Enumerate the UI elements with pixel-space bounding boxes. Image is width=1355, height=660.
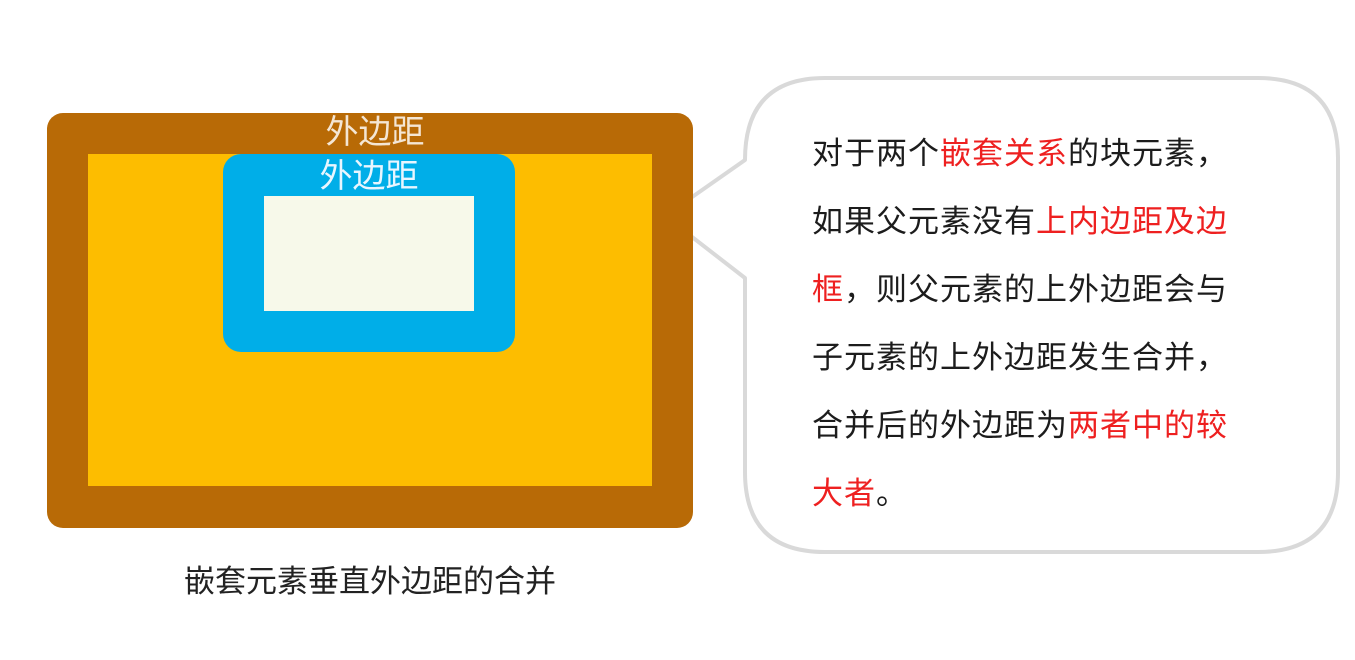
- text-segment: 的块元素，: [1068, 136, 1228, 172]
- text-segment: 。: [876, 476, 908, 512]
- callout-text: 对于两个嵌套关系的块元素， 如果父元素没有上内边距及边 框，则父元素的上外边距会…: [812, 120, 1312, 528]
- text-segment: 合并后的外边距为: [812, 408, 1068, 444]
- diagram-caption: 嵌套元素垂直外边距的合并: [184, 564, 556, 600]
- text-segment: ，则父元素的上外边距会与: [844, 272, 1228, 308]
- callout-line: 合并后的外边距为两者中的较: [812, 392, 1312, 460]
- highlight-segment: 嵌套关系: [940, 136, 1068, 172]
- outer-margin-label: 外边距: [325, 112, 425, 151]
- highlight-segment: 上内边距及边: [1036, 204, 1228, 240]
- diagram-stage: 外边距 外边距 嵌套元素垂直外边距的合并 对于两个嵌套关系的块元素， 如果父元素…: [0, 0, 1355, 660]
- highlight-segment: 框: [812, 272, 844, 308]
- callout-line: 子元素的上外边距发生合并，: [812, 324, 1312, 392]
- callout-line: 框，则父元素的上外边距会与: [812, 256, 1312, 324]
- callout-line: 对于两个嵌套关系的块元素，: [812, 120, 1312, 188]
- callout-line: 大者。: [812, 460, 1312, 528]
- highlight-segment: 两者中的较: [1068, 408, 1228, 444]
- highlight-segment: 大者: [812, 476, 876, 512]
- text-segment: 如果父元素没有: [812, 204, 1036, 240]
- text-segment: 对于两个: [812, 136, 940, 172]
- callout-line: 如果父元素没有上内边距及边: [812, 188, 1312, 256]
- inner-margin-label: 外边距: [319, 156, 419, 195]
- text-segment: 子元素的上外边距发生合并，: [812, 340, 1228, 376]
- child-content-box: [264, 196, 474, 311]
